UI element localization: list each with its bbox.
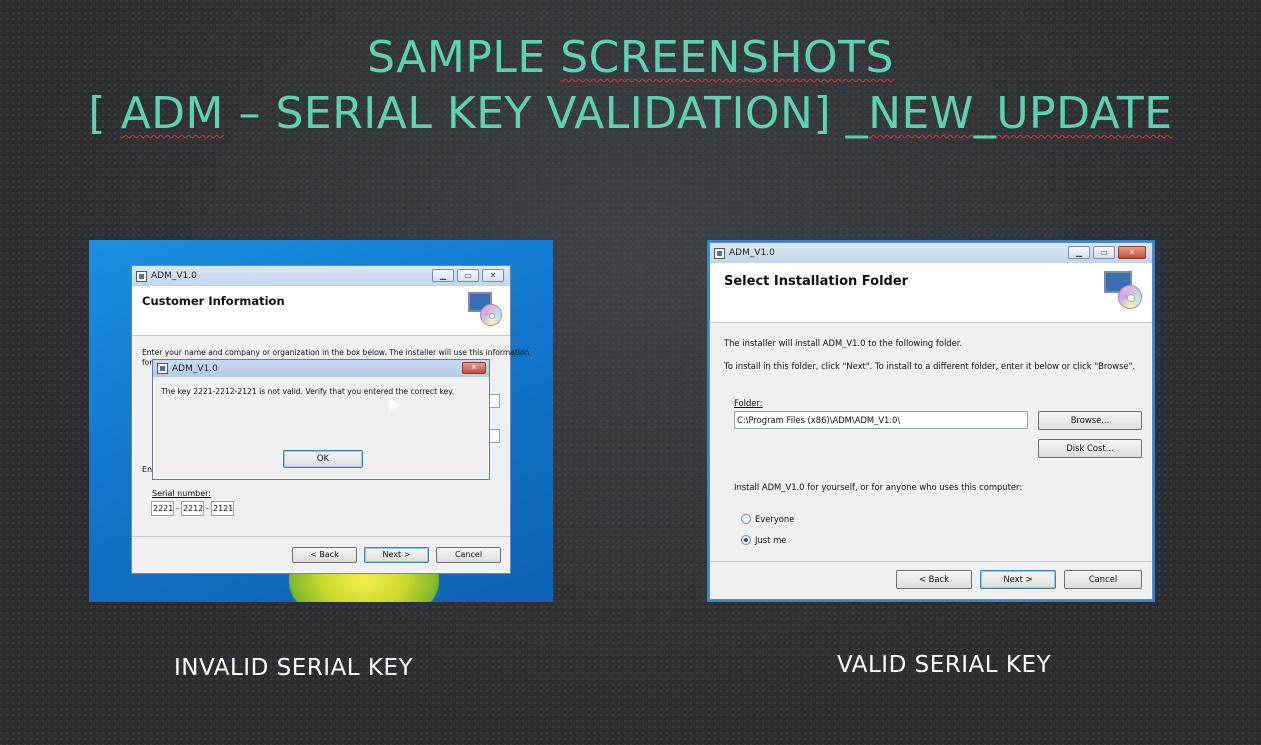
ok-button[interactable]: OK (283, 450, 363, 468)
disk-cost-button[interactable]: Disk Cost... (1038, 439, 1142, 458)
dialog-close-button[interactable]: ✕ (462, 362, 486, 374)
slide-title: Sample Screenshots [ ADM – Serial Key Va… (0, 30, 1261, 142)
wizard-header: Customer Information (132, 286, 510, 336)
folder-path-input[interactable]: C:\Program Files (x86)\ADM\ADM_V1.0\ (734, 411, 1028, 429)
computer-cd-icon (468, 292, 504, 326)
back-button-2[interactable]: < Back (896, 570, 972, 589)
dialog-title: ADM_V1.0 (172, 363, 218, 374)
error-message: The key 2221-2212-2121 is not valid. Ver… (161, 387, 455, 396)
installer-window-2: ADM_V1.0 ▁ ▭ ✕ Select Installation Folde… (709, 242, 1153, 600)
just-me-label[interactable]: Just me (755, 535, 786, 545)
folder-label: Folder: (734, 398, 763, 408)
intro-text: Enter your name and company or organizat… (142, 348, 530, 357)
serial-separator-2: - (206, 504, 209, 513)
invalid-key-screenshot: ADM_V1.0 ▁ ▭ ✕ Customer Information Ente… (89, 240, 553, 602)
close-button-2[interactable]: ✕ (1118, 246, 1146, 259)
minimize-button[interactable]: ▁ (432, 269, 454, 282)
browse-button[interactable]: Browse... (1038, 411, 1142, 430)
window-titlebar-2[interactable]: ADM_V1.0 ▁ ▭ ✕ (710, 243, 1152, 263)
next-button-2[interactable]: Next > (980, 570, 1056, 589)
cancel-button[interactable]: Cancel (436, 547, 501, 563)
maximize-button[interactable]: ▭ (457, 269, 479, 282)
serial-part-1[interactable]: 2221 (151, 501, 174, 516)
caption-invalid: INVALID SERIAL KEY (174, 655, 414, 681)
install-for-text: Install ADM_V1.0 for yourself, or for an… (734, 482, 1023, 492)
title-line-1: Sample Screenshots (367, 32, 894, 83)
everyone-radio[interactable] (741, 514, 751, 524)
back-button[interactable]: < Back (292, 547, 357, 563)
install-location-text: The installer will install ADM_V1.0 to t… (724, 338, 963, 348)
app-icon (136, 270, 147, 282)
app-icon-2 (714, 247, 725, 259)
window-titlebar[interactable]: ADM_V1.0 ▁ ▭ ✕ (132, 266, 510, 286)
page-title-2: Select Installation Folder (724, 274, 909, 289)
wizard-header-2: Select Installation Folder (710, 263, 1152, 323)
valid-key-screenshot: ADM_V1.0 ▁ ▭ ✕ Select Installation Folde… (707, 240, 1155, 602)
serial-number-label: Serial number: (152, 489, 211, 498)
button-separator (132, 536, 510, 537)
entry-label-stub: En (142, 465, 153, 474)
dialog-app-icon (157, 363, 168, 374)
just-me-radio[interactable] (741, 535, 751, 545)
intro-text-cont: for (142, 358, 153, 367)
serial-separator-1: - (176, 504, 179, 513)
maximize-button-2[interactable]: ▭ (1093, 246, 1115, 259)
dialog-titlebar[interactable]: ADM_V1.0 ✕ (153, 360, 489, 377)
minimize-button-2[interactable]: ▁ (1068, 246, 1090, 259)
window-title: ADM_V1.0 (151, 271, 197, 281)
next-button[interactable]: Next > (364, 547, 429, 563)
page-title: Customer Information (142, 294, 285, 308)
caption-valid: VALID SERIAL KEY (837, 652, 1052, 678)
cancel-button-2[interactable]: Cancel (1064, 570, 1142, 589)
serial-part-2[interactable]: 2212 (181, 501, 204, 516)
title-line-2: [ ADM – Serial Key Validation] _NEW_UPDA… (88, 88, 1173, 139)
window-title-2: ADM_V1.0 (729, 248, 775, 258)
button-separator-2 (710, 561, 1152, 562)
close-button[interactable]: ✕ (482, 269, 504, 282)
serial-part-3[interactable]: 2121 (211, 501, 234, 516)
error-dialog: ADM_V1.0 ✕ The key 2221-2212-2121 is not… (152, 359, 490, 480)
everyone-label[interactable]: Everyone (755, 514, 794, 524)
install-instructions-text: To install in this folder, click "Next".… (724, 361, 1136, 371)
computer-cd-icon-2 (1104, 271, 1144, 311)
